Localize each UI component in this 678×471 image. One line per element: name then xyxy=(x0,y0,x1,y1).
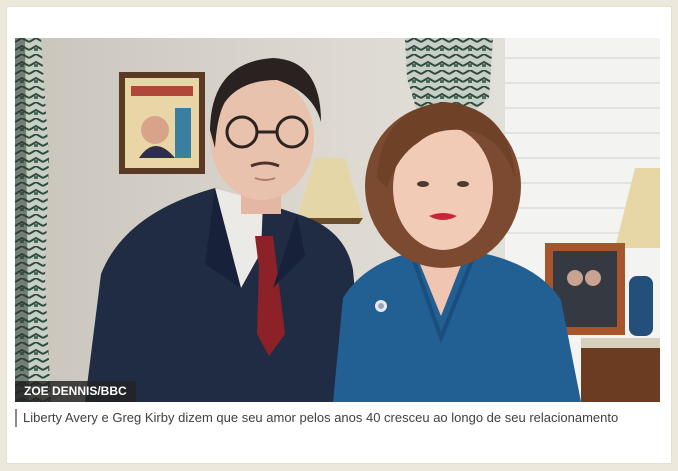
photo-illustration xyxy=(15,38,660,402)
article-figure-card: ZOE DENNIS/BBC Liberty Avery e Greg Kirb… xyxy=(7,7,671,463)
photo-credit: ZOE DENNIS/BBC xyxy=(15,381,136,402)
photo-caption: Liberty Avery e Greg Kirby dizem que seu… xyxy=(15,409,638,427)
article-photo: ZOE DENNIS/BBC xyxy=(15,38,660,402)
